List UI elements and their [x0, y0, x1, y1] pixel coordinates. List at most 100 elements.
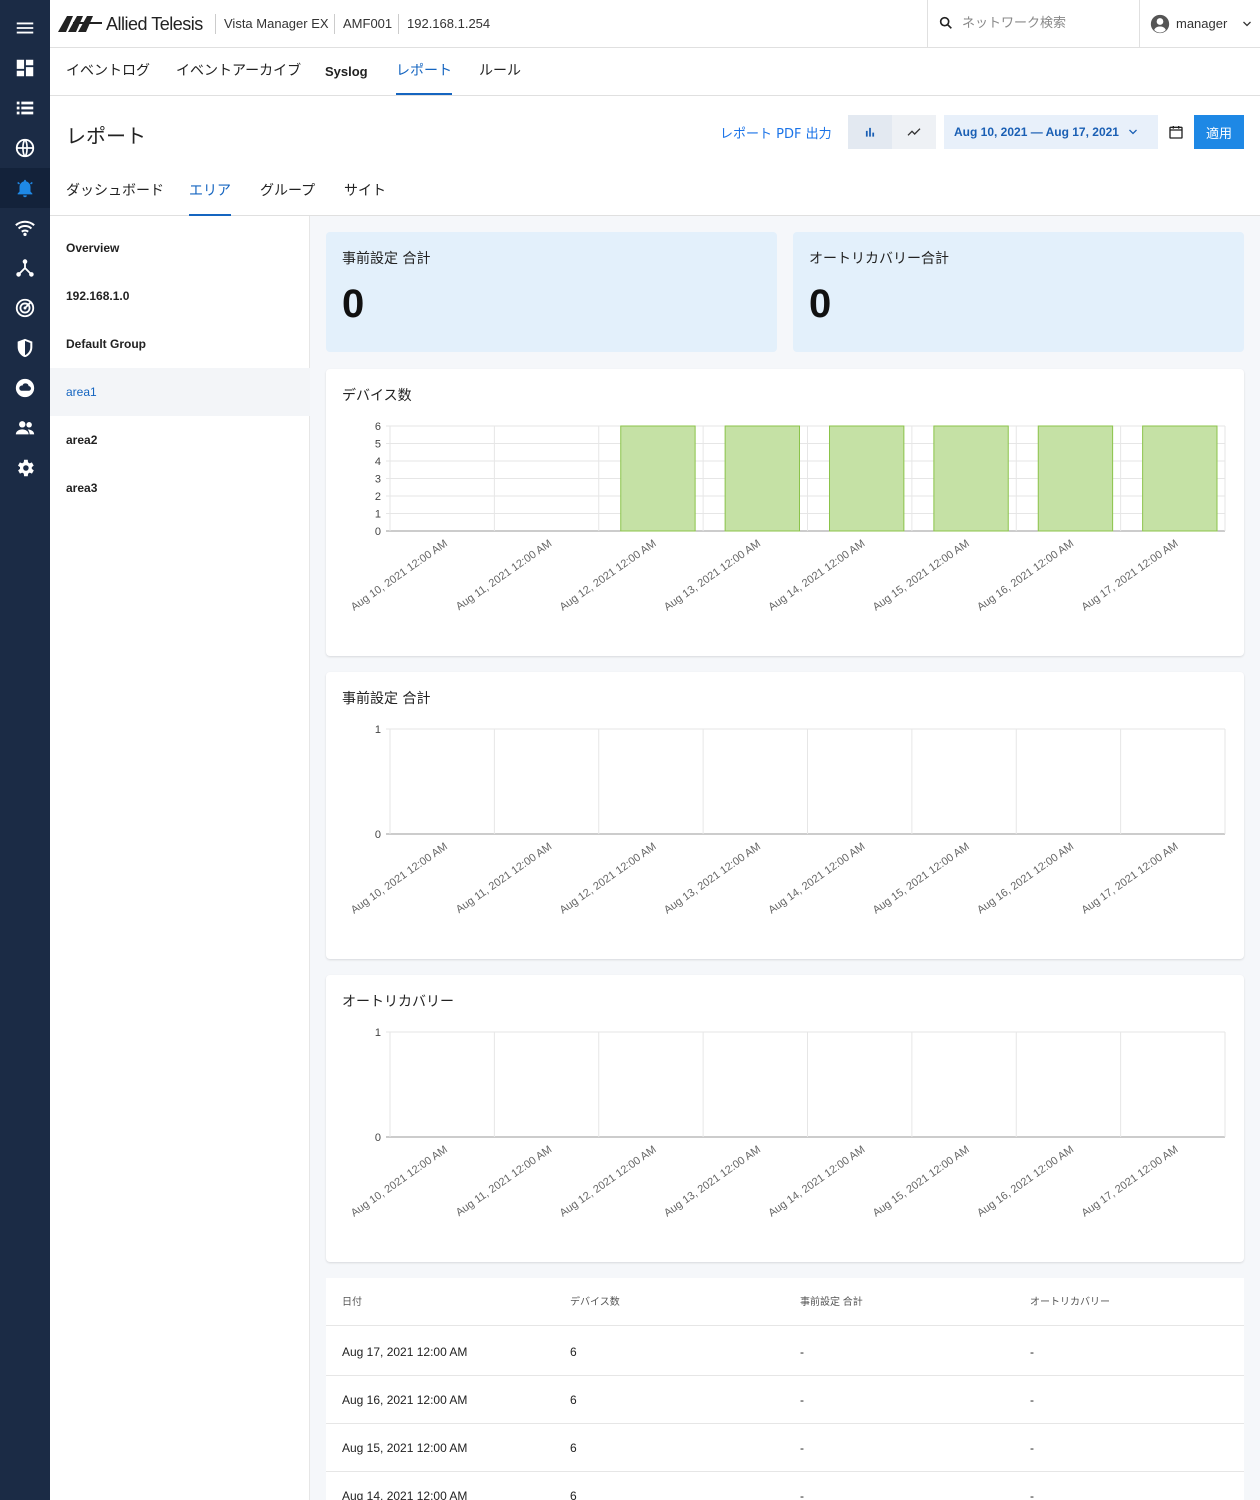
cell-device-count: 6: [570, 1393, 577, 1407]
auto-recovery-total-card: オートリカバリー合計 0: [793, 232, 1244, 352]
list-icon[interactable]: [0, 88, 50, 128]
account-icon: [1150, 14, 1170, 33]
bell-icon[interactable]: [0, 168, 50, 208]
chart-title: オートリカバリー: [342, 994, 454, 1010]
cell-auto-recovery: -: [1030, 1441, 1034, 1455]
users-icon[interactable]: [0, 408, 50, 448]
line-chart-toggle-button[interactable]: [892, 115, 936, 149]
bar: [1037, 425, 1114, 532]
column-header-device-count[interactable]: デバイス数: [570, 1278, 620, 1326]
report-pdf-export-link[interactable]: レポート PDF 出力: [720, 123, 832, 142]
list-item-area1[interactable]: area1: [50, 368, 310, 416]
stat-value: 0: [809, 282, 832, 326]
main-nav-tabs: イベントログ イベントアーカイブ Syslog レポート ルール: [50, 48, 1260, 96]
list-item-area2[interactable]: area2: [50, 416, 310, 464]
bar-chart-toggle-button[interactable]: [848, 115, 892, 149]
stat-label: オートリカバリー合計: [809, 251, 949, 267]
date-range-value: Aug 10, 2021 — Aug 17, 2021: [954, 125, 1119, 139]
column-header-preset-total[interactable]: 事前設定 合計: [800, 1278, 863, 1326]
stat-value: 0: [342, 282, 365, 326]
gear-icon[interactable]: [0, 448, 50, 488]
bar: [829, 425, 905, 532]
auto-recovery-chart: 0 1 Aug 10, 2021 12:00 AM Aug 11, 2021 12:0…: [349, 1027, 1226, 1220]
subtab-dashboard[interactable]: ダッシュボード: [66, 180, 164, 216]
user-menu[interactable]: manager: [1148, 0, 1260, 47]
calendar-icon: [1169, 126, 1183, 139]
chart-title: 事前設定 合計: [342, 691, 431, 707]
list-item-default-group[interactable]: Default Group: [50, 320, 310, 368]
tab-event-archive[interactable]: イベントアーカイブ: [176, 48, 301, 95]
radar-icon[interactable]: [0, 288, 50, 328]
x-tick-label: Aug 14, 2021 12:00 AM: [766, 1144, 867, 1220]
subtab-site[interactable]: サイト: [344, 180, 386, 216]
breadcrumb-app[interactable]: Vista Manager EX: [224, 16, 329, 31]
cell-auto-recovery: -: [1030, 1393, 1034, 1407]
brand-logo[interactable]: Allied Telesis: [58, 14, 203, 34]
tab-event-log[interactable]: イベントログ: [66, 48, 150, 95]
x-tick-label: Aug 13, 2021 12:00 AM: [662, 1144, 763, 1220]
cloud-icon[interactable]: [0, 368, 50, 408]
chart-title: デバイス数: [342, 388, 412, 404]
cell-device-count: 6: [570, 1441, 577, 1455]
x-tick-label: Aug 14, 2021 12:00 AM: [766, 538, 867, 614]
menu-icon[interactable]: [0, 8, 50, 48]
wifi-icon[interactable]: [0, 208, 50, 248]
shield-icon[interactable]: [0, 328, 50, 368]
apply-button[interactable]: 適用: [1194, 115, 1244, 149]
bar: [620, 425, 696, 532]
left-rail: [0, 0, 50, 1500]
network-icon[interactable]: [0, 248, 50, 288]
x-tick-label: Aug 11, 2021 12:00 AM: [454, 1144, 554, 1219]
search-input[interactable]: [962, 12, 1132, 34]
calendar-button[interactable]: [1160, 115, 1192, 149]
x-tick-label: Aug 10, 2021 12:00 AM: [349, 538, 450, 614]
device-count-chart-card: デバイス数 0 1 2 3 4 5 6 Aug 10, 2021 12:00 AM Aug 11…: [326, 369, 1244, 656]
subtab-area[interactable]: エリア: [189, 180, 231, 216]
x-tick-label: Aug 13, 2021 12:00 AM: [662, 841, 763, 917]
y-tick-label: 1: [375, 1027, 381, 1039]
x-tick-label: Aug 11, 2021 12:00 AM: [454, 538, 554, 613]
x-tick-label: Aug 17, 2021 12:00 AM: [1079, 1144, 1180, 1220]
x-tick-label: Aug 15, 2021 12:00 AM: [871, 538, 972, 614]
tab-syslog[interactable]: Syslog: [325, 48, 368, 95]
breadcrumb-ip[interactable]: 192.168.1.254: [407, 16, 490, 31]
x-tick-label: Aug 14, 2021 12:00 AM: [766, 841, 867, 917]
cell-date: Aug 15, 2021 12:00 AM: [342, 1441, 468, 1455]
x-tick-label: Aug 16, 2021 12:00 AM: [975, 538, 1076, 614]
y-tick-label: 5: [375, 439, 381, 451]
cell-preset-total: -: [800, 1393, 804, 1407]
breadcrumb-amf[interactable]: AMF001: [343, 16, 392, 31]
tab-report[interactable]: レポート: [396, 48, 452, 95]
cell-preset-total: -: [800, 1489, 804, 1500]
divider: [215, 14, 216, 34]
line-chart-icon: [907, 128, 921, 136]
cell-device-count: 6: [570, 1345, 577, 1359]
subtab-group[interactable]: グループ: [260, 180, 315, 216]
x-tick-label: Aug 12, 2021 12:00 AM: [558, 538, 659, 614]
x-tick-label: Aug 17, 2021 12:00 AM: [1079, 841, 1180, 917]
list-item-area3[interactable]: area3: [50, 464, 310, 512]
x-tick-label: Aug 17, 2021 12:00 AM: [1079, 538, 1180, 614]
bar-chart-icon: [865, 127, 875, 137]
globe-icon[interactable]: [0, 128, 50, 168]
list-item-overview[interactable]: Overview: [50, 224, 310, 272]
dashboard-icon[interactable]: [0, 48, 50, 88]
table-row: Aug 15, 2021 12:00 AM 6 - -: [326, 1424, 1244, 1472]
divider: [334, 14, 335, 34]
tab-rules[interactable]: ルール: [479, 48, 521, 95]
date-range-picker[interactable]: Aug 10, 2021 — Aug 17, 2021: [944, 115, 1158, 149]
y-tick-label: 2: [375, 491, 381, 503]
page-title: レポート: [66, 124, 146, 148]
list-item-network[interactable]: 192.168.1.0: [50, 272, 310, 320]
cell-date: Aug 16, 2021 12:00 AM: [342, 1393, 468, 1407]
y-tick-label: 0: [375, 1132, 381, 1144]
x-tick-label: Aug 12, 2021 12:00 AM: [558, 1144, 659, 1220]
preset-total-chart-card: 事前設定 合計 0 1 Aug 10, 2021 12:00 AM Aug 11, 2…: [326, 672, 1244, 959]
search-icon: [939, 16, 952, 29]
column-header-date[interactable]: 日付: [342, 1278, 362, 1326]
column-header-auto-recovery[interactable]: オートリカバリー: [1030, 1278, 1110, 1326]
x-tick-label: Aug 11, 2021 12:00 AM: [454, 841, 554, 916]
user-name: manager: [1176, 16, 1228, 31]
report-table: 日付 デバイス数 事前設定 合計 オートリカバリー Aug 17, 2021 1…: [326, 1278, 1244, 1500]
cell-date: Aug 14, 2021 12:00 AM: [342, 1489, 468, 1500]
